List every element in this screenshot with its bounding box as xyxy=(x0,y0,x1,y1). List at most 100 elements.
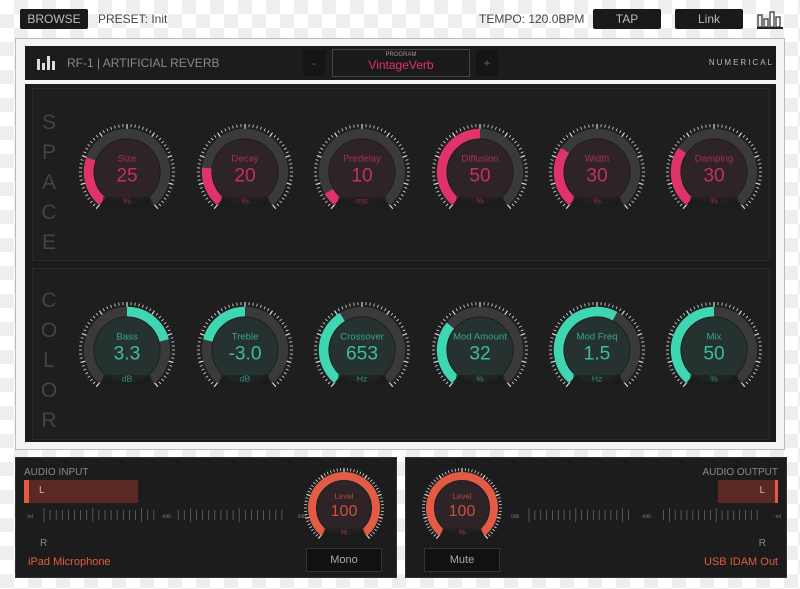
tick-mark xyxy=(163,144,167,147)
tick-mark xyxy=(502,130,505,134)
tick-mark xyxy=(487,302,489,306)
tick-mark xyxy=(667,337,671,339)
tick-mark xyxy=(203,194,207,197)
tempo-label: TEMPO: 120.0BPM xyxy=(479,12,585,26)
bass-knob[interactable]: Bass 3.3 dB xyxy=(75,298,179,402)
tick-mark xyxy=(628,203,632,207)
tick-mark xyxy=(161,318,165,322)
scale-label: -inf xyxy=(774,514,781,520)
knob-value: 30 xyxy=(586,166,607,187)
tick-mark xyxy=(748,140,752,144)
tick-mark xyxy=(736,130,739,134)
tick-mark xyxy=(85,147,89,150)
tick-mark xyxy=(318,368,322,371)
mix-knob[interactable]: Mix 50% xyxy=(662,298,766,402)
tick-mark xyxy=(455,308,458,312)
tick-mark xyxy=(619,308,622,312)
tick-mark xyxy=(322,322,326,325)
tick-mark xyxy=(145,128,148,132)
tick-mark xyxy=(682,134,686,138)
output-device[interactable]: USB IDAM Out xyxy=(704,556,778,568)
tap-button[interactable]: TAP xyxy=(593,9,661,29)
predelay-knob[interactable]: Predelay 10 ms xyxy=(310,120,414,224)
tick-mark xyxy=(676,140,680,144)
level-knob[interactable]: Level 100% xyxy=(418,464,506,552)
audiobus-icon[interactable] xyxy=(756,9,784,29)
left-channel-label: L xyxy=(39,485,45,496)
tick-mark xyxy=(729,126,731,130)
knob-name: Diffusion xyxy=(461,153,498,164)
knob-unit: dB xyxy=(122,374,133,384)
tick-mark xyxy=(550,159,554,161)
mod-freq-knob[interactable]: Mod Freq 1.5 Hz xyxy=(545,298,649,402)
tick-mark xyxy=(349,303,351,307)
tick-mark xyxy=(549,341,553,343)
damping-knob[interactable]: Damping 30% xyxy=(662,120,766,224)
link-button[interactable]: Link xyxy=(675,9,743,29)
tick-mark xyxy=(441,473,444,477)
tick-mark xyxy=(440,197,444,200)
tick-mark xyxy=(369,124,371,128)
tick-mark xyxy=(745,137,749,141)
tick-mark xyxy=(438,194,442,197)
tick-mark xyxy=(396,200,400,204)
tick-mark xyxy=(701,125,703,129)
tick-mark xyxy=(562,137,566,141)
program-selector[interactable]: PROGRAM VintageVerb xyxy=(332,49,470,77)
tick-mark xyxy=(287,187,291,189)
tick-mark xyxy=(367,477,371,480)
tick-mark xyxy=(557,375,561,378)
tick-mark xyxy=(674,375,678,378)
treble-knob[interactable]: Treble -3.0 dB xyxy=(193,298,297,402)
input-device[interactable]: iPad Microphone xyxy=(28,556,111,568)
tick-mark xyxy=(588,302,590,306)
program-next-button[interactable]: + xyxy=(476,50,498,76)
tick-mark xyxy=(758,341,762,343)
tick-mark xyxy=(390,134,394,138)
tick-mark xyxy=(471,124,473,128)
decay-knob[interactable]: Decay 20% xyxy=(193,120,297,224)
tick-mark xyxy=(158,315,162,319)
mod-amount-knob[interactable]: Mod Amount 32% xyxy=(428,298,532,402)
tick-mark xyxy=(85,194,89,197)
tick-mark xyxy=(85,372,89,375)
tick-mark xyxy=(283,372,287,375)
knob-value: -3.0 xyxy=(228,344,261,365)
crossover-knob[interactable]: Crossover 653 Hz xyxy=(310,298,414,402)
tick-mark xyxy=(232,125,234,129)
tick-mark xyxy=(304,500,308,502)
program-prev-button[interactable]: - xyxy=(303,50,325,76)
tick-mark xyxy=(281,375,285,378)
tick-mark xyxy=(333,469,335,473)
tick-mark xyxy=(81,365,85,367)
knob-unit: % xyxy=(123,196,131,206)
tick-mark xyxy=(631,200,635,204)
tick-mark xyxy=(322,197,326,200)
tick-mark xyxy=(205,144,209,147)
tick-mark xyxy=(754,368,758,371)
tick-mark xyxy=(276,203,280,207)
browse-button[interactable]: BROWSE xyxy=(20,9,88,29)
tick-mark xyxy=(524,179,528,181)
tick-mark xyxy=(756,187,760,189)
audio-output-panel: AUDIO OUTPUT L 0db -6db -inf R USB IDAM Ou… xyxy=(405,457,787,578)
tick-mark xyxy=(565,134,569,138)
tick-mark xyxy=(402,368,406,371)
diffusion-knob[interactable]: Diffusion 50% xyxy=(428,120,532,224)
level-knob[interactable]: Level 100% xyxy=(300,464,388,552)
size-knob[interactable]: Size 25% xyxy=(75,120,179,224)
tick-mark xyxy=(429,484,432,488)
knob-value: 25 xyxy=(116,166,137,187)
tick-mark xyxy=(404,187,408,189)
tick-mark xyxy=(356,470,359,474)
width-knob[interactable]: Width 30% xyxy=(545,120,649,224)
tick-mark xyxy=(273,312,277,316)
tick-mark xyxy=(637,190,641,193)
tick-mark xyxy=(315,337,319,339)
tick-mark xyxy=(307,490,311,493)
tick-mark xyxy=(748,200,752,204)
tick-mark xyxy=(400,372,404,375)
knob-value: 32 xyxy=(469,344,490,365)
tick-mark xyxy=(555,325,559,328)
section-letter: E xyxy=(41,231,56,254)
